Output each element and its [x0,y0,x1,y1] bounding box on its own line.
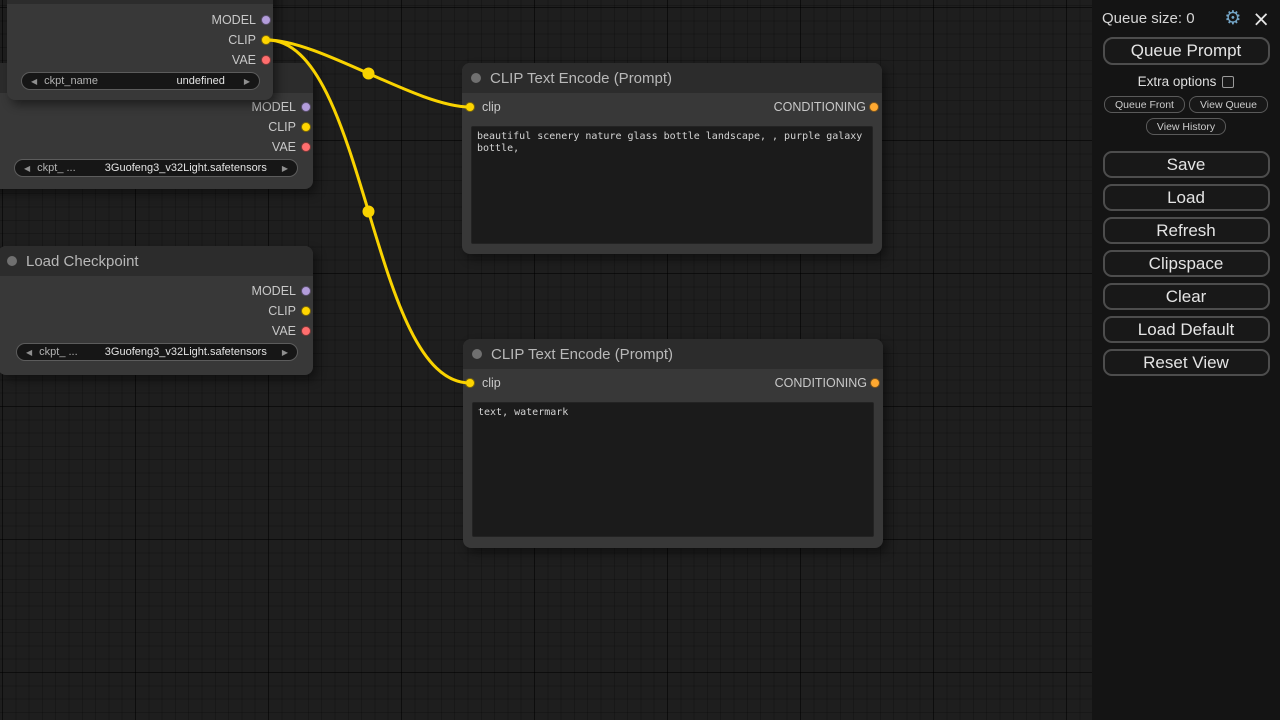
clear-button[interactable]: Clear [1103,283,1270,310]
node-load-checkpoint[interactable]: Load Checkpoint MODEL CLIP VAE ◀ ckpt_ .… [0,246,313,375]
node-collapse-dot-icon[interactable] [471,73,481,83]
combo-prev-icon[interactable]: ◀ [31,77,37,86]
load-button[interactable]: Load [1103,184,1270,211]
model-output-slot[interactable] [301,102,311,112]
load-default-button[interactable]: Load Default [1103,316,1270,343]
output-label-model: MODEL [252,100,296,114]
output-label-conditioning: CONDITIONING [774,100,866,114]
clip-output-slot[interactable] [301,306,311,316]
node-title: Load Checkpoint [26,253,139,270]
node-title-bar[interactable]: CLIP Text Encode (Prompt) [463,339,883,369]
output-label-vae: VAE [272,140,296,154]
settings-gear-icon[interactable]: ⚙ [1224,9,1241,28]
combo-next-icon[interactable]: ▶ [282,348,288,357]
input-label-clip: clip [482,376,501,390]
ckpt-name-combo-widget[interactable]: ◀ ckpt_ ... 3Guofeng3_v32Light.safetenso… [14,159,298,177]
node-load-checkpoint-partial-top[interactable]: MODEL CLIP VAE ◀ ckpt_name undefined ▶ [7,0,273,100]
node-collapse-dot-icon[interactable] [7,256,17,266]
widget-value: 3Guofeng3_v32Light.safetensors [105,346,267,358]
model-output-slot[interactable] [301,286,311,296]
output-label-model: MODEL [212,13,256,27]
combo-prev-icon[interactable]: ◀ [24,164,30,173]
queue-prompt-button[interactable]: Queue Prompt [1103,37,1270,65]
combo-next-icon[interactable]: ▶ [244,77,250,86]
output-label-vae: VAE [232,53,256,67]
extra-options-checkbox[interactable] [1222,76,1234,88]
positive-prompt-textarea[interactable]: beautiful scenery nature glass bottle la… [471,126,873,244]
node-clip-text-encode-positive[interactable]: CLIP Text Encode (Prompt) clip CONDITION… [462,63,882,254]
clipspace-button[interactable]: Clipspace [1103,250,1270,277]
ckpt-name-combo-widget[interactable]: ◀ ckpt_ ... 3Guofeng3_v32Light.safetenso… [16,343,298,361]
negative-prompt-textarea[interactable]: text, watermark [472,402,874,537]
clip-input-slot[interactable] [465,378,475,388]
widget-name: ckpt_ ... [37,162,76,174]
output-label-model: MODEL [252,284,296,298]
model-output-slot[interactable] [261,15,271,25]
conditioning-output-slot[interactable] [869,102,879,112]
save-button[interactable]: Save [1103,151,1270,178]
vae-output-slot[interactable] [261,55,271,65]
output-label-clip: CLIP [268,120,296,134]
widget-value: 3Guofeng3_v32Light.safetensors [105,162,267,174]
node-title: CLIP Text Encode (Prompt) [491,346,673,363]
queue-size-label: Queue size: 0 [1102,10,1195,27]
vae-output-slot[interactable] [301,142,311,152]
view-queue-button[interactable]: View Queue [1189,96,1268,113]
output-label-conditioning: CONDITIONING [775,376,867,390]
ckpt-name-combo-widget[interactable]: ◀ ckpt_name undefined ▶ [21,72,260,90]
output-label-clip: CLIP [268,304,296,318]
output-label-vae: VAE [272,324,296,338]
extra-options-label: Extra options [1138,74,1217,89]
node-title-bar[interactable] [7,0,273,4]
view-history-button[interactable]: View History [1146,118,1226,135]
output-label-clip: CLIP [228,33,256,47]
node-collapse-dot-icon[interactable] [472,349,482,359]
vae-output-slot[interactable] [301,326,311,336]
clip-output-slot[interactable] [301,122,311,132]
refresh-button[interactable]: Refresh [1103,217,1270,244]
widget-name: ckpt_ ... [39,346,78,358]
node-title: CLIP Text Encode (Prompt) [490,70,672,87]
conditioning-output-slot[interactable] [870,378,880,388]
comfy-menu-panel: Queue size: 0 ⚙ × Queue Prompt Extra opt… [1092,0,1280,720]
node-title-bar[interactable]: Load Checkpoint [0,246,313,276]
input-label-clip: clip [482,100,501,114]
clip-input-slot[interactable] [465,102,475,112]
reset-view-button[interactable]: Reset View [1103,349,1270,376]
clip-output-slot[interactable] [261,35,271,45]
close-icon[interactable]: × [1252,10,1270,28]
widget-name: ckpt_name [44,75,98,87]
combo-prev-icon[interactable]: ◀ [26,348,32,357]
queue-front-button[interactable]: Queue Front [1104,96,1185,113]
combo-next-icon[interactable]: ▶ [282,164,288,173]
widget-value: undefined [177,75,225,87]
node-title-bar[interactable]: CLIP Text Encode (Prompt) [462,63,882,93]
node-clip-text-encode-negative[interactable]: CLIP Text Encode (Prompt) clip CONDITION… [463,339,883,548]
